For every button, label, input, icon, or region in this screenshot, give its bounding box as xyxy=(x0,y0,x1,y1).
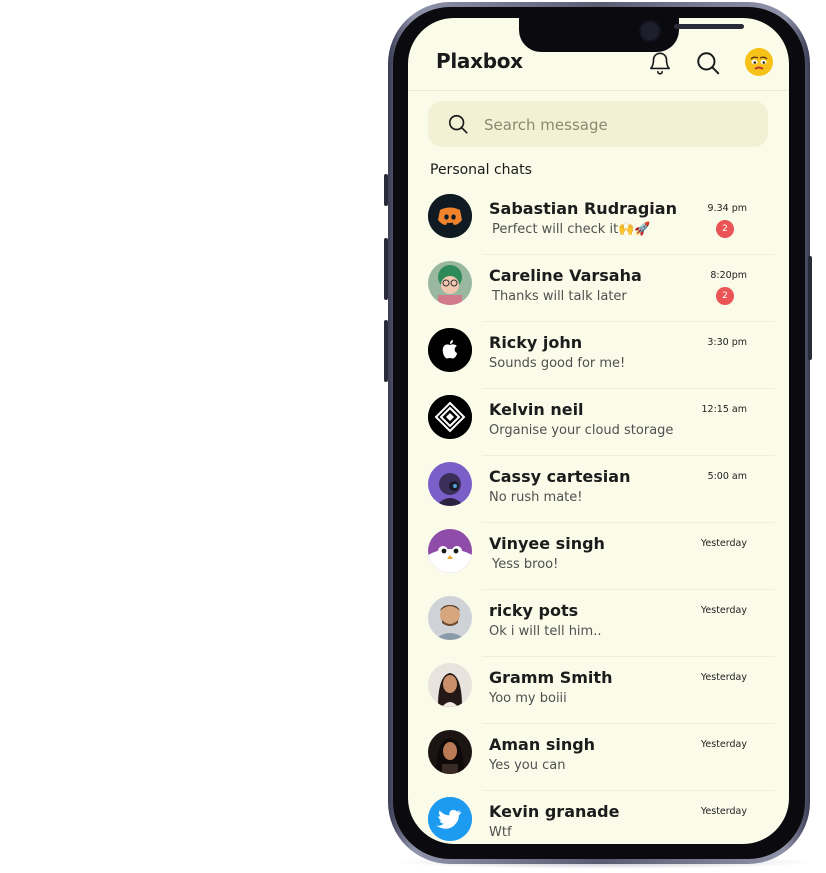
contact-photo xyxy=(428,596,472,640)
section-label: Personal chats xyxy=(430,162,532,178)
front-camera xyxy=(639,20,661,42)
diamond-logo-icon xyxy=(428,395,472,439)
chat-name: Sabastian Rudragian xyxy=(489,199,677,218)
chat-message: Wtf xyxy=(489,825,512,840)
chat-name: Ricky john xyxy=(489,333,583,352)
chat-time: 9.34 pm xyxy=(707,203,747,214)
chat-item[interactable]: Kelvin neil Organise your cloud storage … xyxy=(408,389,789,456)
chat-item[interactable]: ricky pots Ok i will tell him.. Yesterda… xyxy=(408,590,789,657)
speaker-grill xyxy=(674,24,744,29)
search-icon xyxy=(448,114,468,134)
chat-item[interactable]: Ricky john Sounds good for me! 3:30 pm xyxy=(408,322,789,389)
chat-time: 5:00 am xyxy=(707,471,747,482)
unread-badge: 2 xyxy=(716,220,734,238)
chat-name: Gramm Smith xyxy=(489,668,613,687)
profile-avatar[interactable] xyxy=(745,48,773,76)
chat-time: Yesterday xyxy=(700,605,747,616)
chat-item[interactable]: Cassy cartesian No rush mate! 5:00 am xyxy=(408,456,789,523)
chat-name: Kevin granade xyxy=(489,802,620,821)
discord-icon xyxy=(428,194,472,238)
chat-name: Kelvin neil xyxy=(489,400,584,419)
unread-badge: 2 xyxy=(716,287,734,305)
twitter-icon xyxy=(428,797,472,841)
search-bar xyxy=(428,101,768,149)
chat-message: Organise your cloud storage xyxy=(489,423,674,438)
chat-message: Perfect will check it🙌🚀 xyxy=(492,222,651,237)
chat-name: Vinyee singh xyxy=(489,534,605,553)
chat-time: Yesterday xyxy=(700,538,747,549)
chat-name: Careline Varsaha xyxy=(489,266,642,285)
contact-photo xyxy=(428,462,472,506)
phone-screen: Plaxbox Search message Personal chats Sa… xyxy=(408,18,789,844)
chat-message: Yess broo! xyxy=(492,557,559,572)
app-title: Plaxbox xyxy=(436,49,523,73)
chat-item[interactable]: Sabastian Rudragian Perfect will check i… xyxy=(408,188,789,255)
chat-message: Ok i will tell him.. xyxy=(489,624,602,639)
chat-name: Aman singh xyxy=(489,735,596,754)
power-button xyxy=(808,256,812,360)
chat-message: Yes you can xyxy=(489,758,566,773)
contact-photo xyxy=(428,261,472,305)
chat-message: Yoo my boiii xyxy=(489,691,567,706)
chat-item[interactable]: Gramm Smith Yoo my boiii Yesterday xyxy=(408,657,789,724)
chat-time: 12:15 am xyxy=(701,404,747,415)
chat-time: Yesterday xyxy=(700,739,747,750)
volume-up-button xyxy=(384,238,388,300)
penguin-icon xyxy=(428,529,472,573)
contact-photo xyxy=(428,663,472,707)
apple-icon xyxy=(428,328,472,372)
chat-name: Cassy cartesian xyxy=(489,467,631,486)
chat-message: Sounds good for me! xyxy=(489,356,626,371)
chat-message: Thanks will talk later xyxy=(492,289,627,304)
search-input[interactable] xyxy=(482,101,756,149)
chat-item[interactable]: Careline Varsaha Thanks will talk later … xyxy=(408,255,789,322)
volume-down-button xyxy=(384,320,388,382)
chat-name: ricky pots xyxy=(489,601,579,620)
mute-switch xyxy=(384,174,388,206)
bell-icon[interactable] xyxy=(647,50,673,76)
chat-item[interactable]: Kevin granade Wtf Yesterday xyxy=(408,791,789,844)
chat-time: Yesterday xyxy=(700,672,747,683)
chat-item[interactable]: Aman singh Yes you can Yesterday xyxy=(408,724,789,791)
contact-photo xyxy=(428,730,472,774)
chat-time: 3:30 pm xyxy=(707,337,747,348)
phone-notch xyxy=(519,18,744,52)
chat-time: Yesterday xyxy=(700,806,747,817)
chat-item[interactable]: Vinyee singh Yess broo! Yesterday xyxy=(408,523,789,590)
chat-message: No rush mate! xyxy=(489,490,583,505)
chat-time: 8:20pm xyxy=(710,270,747,281)
search-icon[interactable] xyxy=(695,50,721,76)
